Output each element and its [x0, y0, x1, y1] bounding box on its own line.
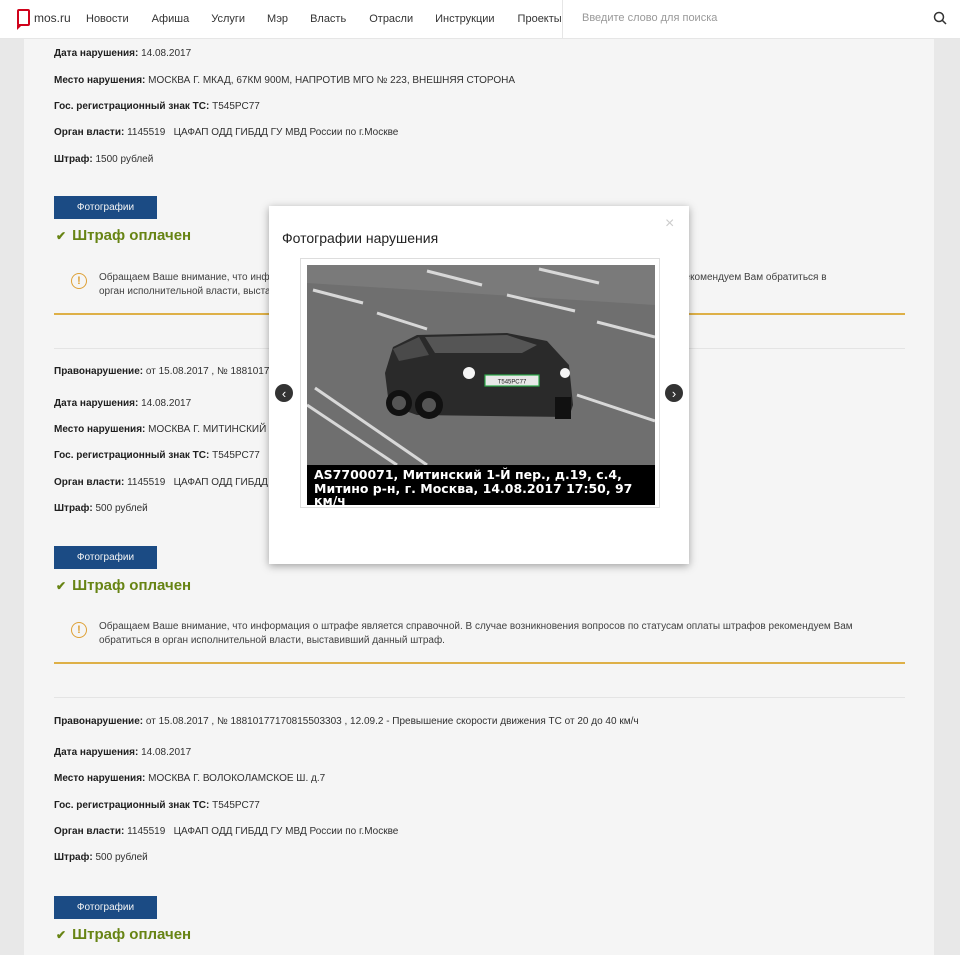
mos-logo-icon [17, 9, 30, 30]
logo-text: mos.ru [34, 10, 71, 25]
photo-caption-line1: AS7700071, Митинский 1-Й пер., д.19, с.4… [314, 467, 622, 482]
photos-modal: Фотографии нарушения × Т545РС77 AS770007… [269, 206, 689, 564]
chevron-left-icon[interactable]: ‹ [275, 384, 293, 402]
photo-frame: Т545РС77 AS7700071, Митинский 1-Й пер., … [300, 258, 660, 508]
chevron-right-icon[interactable]: › [665, 384, 683, 402]
nav-item-news[interactable]: Новости [86, 13, 129, 25]
site-header: mos.ru Новости Афиша Услуги Мэр Власть О… [0, 0, 960, 39]
main-nav: Новости Афиша Услуги Мэр Власть Отрасли … [86, 13, 562, 25]
modal-title: Фотографии нарушения [282, 230, 439, 246]
search-input[interactable] [580, 11, 884, 25]
plate-text: Т545РС77 [498, 380, 527, 386]
logo[interactable]: mos.ru [17, 9, 71, 30]
photo-caption-line2: Митино р-н, г. Москва, 14.08.2017 17:50,… [314, 481, 632, 496]
search-icon[interactable] [933, 11, 949, 27]
violation-photo: Т545РС77 AS7700071, Митинский 1-Й пер., … [307, 265, 655, 505]
nav-item-afisha[interactable]: Афиша [152, 13, 190, 25]
photo-caption-line3: км/ч [314, 493, 346, 505]
nav-item-mayor[interactable]: Мэр [267, 13, 288, 25]
nav-item-projects[interactable]: Проекты [518, 13, 562, 25]
nav-item-instructions[interactable]: Инструкции [435, 13, 494, 25]
nav-item-government[interactable]: Власть [310, 13, 346, 25]
search-bar [562, 0, 960, 38]
nav-item-branches[interactable]: Отрасли [369, 13, 413, 25]
close-icon[interactable]: × [665, 215, 674, 233]
nav-item-services[interactable]: Услуги [211, 13, 245, 25]
